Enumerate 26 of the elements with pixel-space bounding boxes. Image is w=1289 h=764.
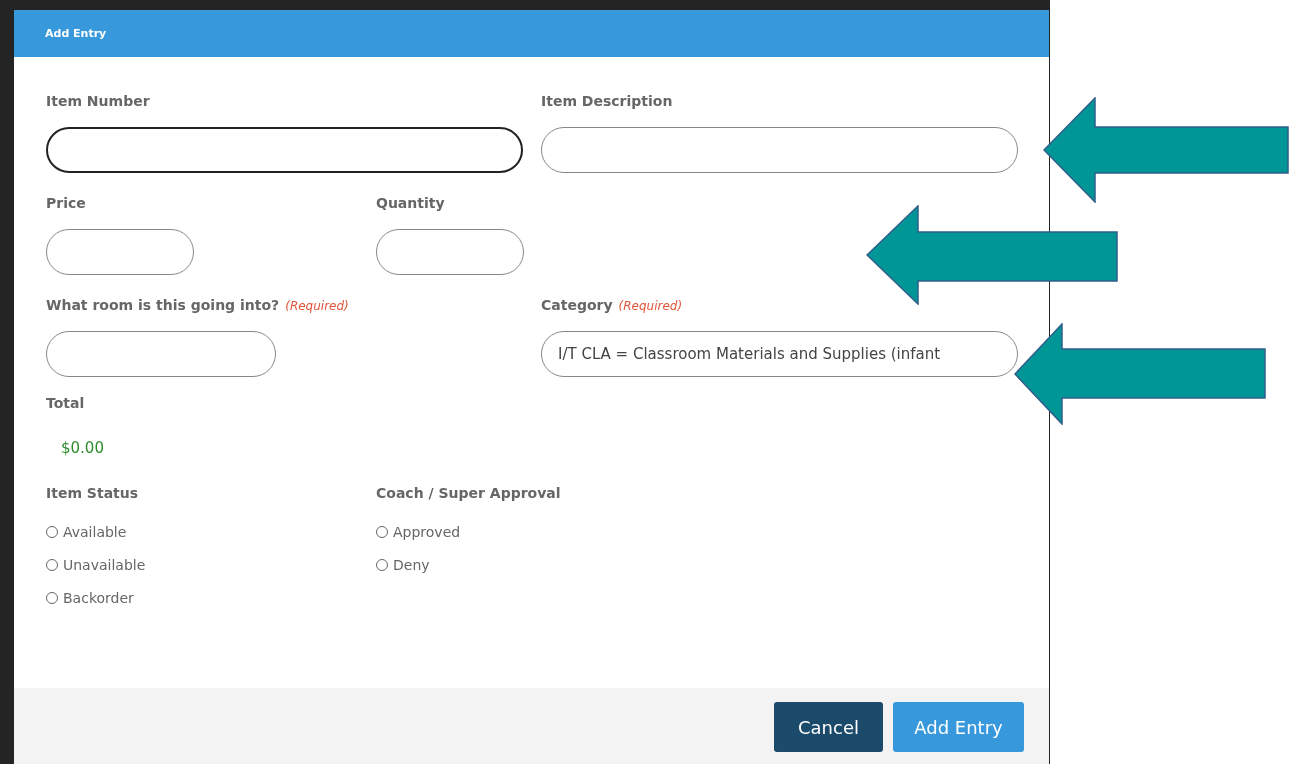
total-value: $0.00 [61,439,105,457]
input-field[interactable]: I/T CLA = Classroom Materials and Supplies (infant [541,331,1018,377]
group-label: Coach / Super Approval [376,485,561,501]
add-entry-button[interactable]: Add Entry [893,702,1024,752]
input-field[interactable] [46,229,194,275]
group-label: Item Status [46,485,140,501]
field-label: What room is this going into? [46,297,280,313]
radio-label[interactable]: Backorder [63,589,134,606]
required-note: (Required) [618,299,683,313]
radio-label[interactable]: Deny [393,556,430,573]
input-field[interactable] [376,229,524,275]
cancel-button[interactable]: Cancel [774,702,883,752]
field-label: Quantity [376,195,445,211]
input-field[interactable] [46,331,276,377]
dialog-title: Add Entry [45,27,107,40]
input-field[interactable] [541,127,1018,173]
field-label: Total [46,395,86,411]
field-label: Item Number [46,93,150,109]
field-label: Category [541,297,613,313]
radio-label[interactable]: Available [63,523,127,540]
radio-label[interactable]: Approved [393,523,461,540]
field-label: Price [46,195,86,211]
required-note: (Required) [285,299,349,313]
radio-label[interactable]: Unavailable [63,556,146,573]
input-field[interactable] [46,127,523,173]
field-label: Item Description [541,93,673,109]
